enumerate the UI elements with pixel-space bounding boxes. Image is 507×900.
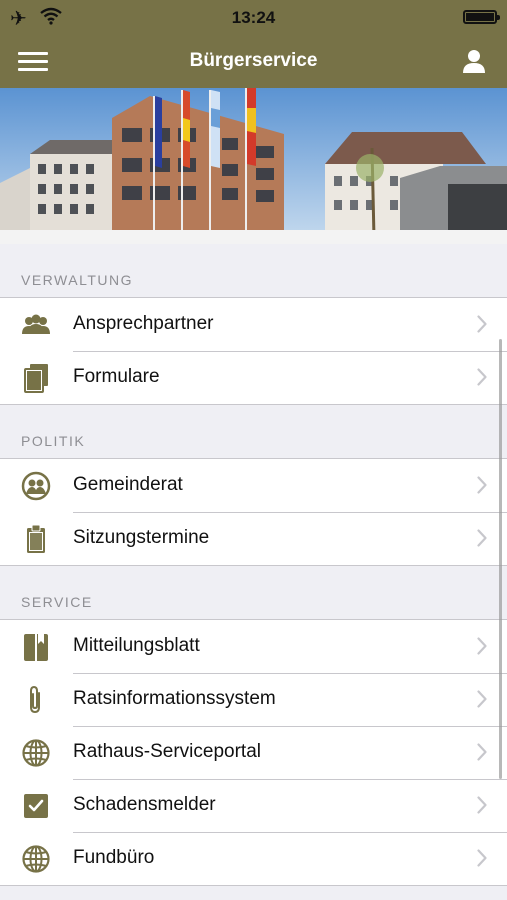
row-divider [73, 351, 507, 352]
row-divider [73, 832, 507, 833]
list-item-schadensmelder[interactable]: Schadensmelder [0, 779, 507, 832]
list-item-label: Sitzungstermine [73, 527, 210, 548]
section-group: Gemeinderat Sitzungstermine [0, 458, 507, 566]
people-icon [20, 310, 52, 340]
row-divider [73, 673, 507, 674]
paperclip-icon [20, 685, 52, 715]
row-divider [73, 726, 507, 727]
list-item-label: Rathaus-Serviceportal [73, 741, 261, 762]
row-divider [73, 779, 507, 780]
row-divider [73, 512, 507, 513]
app-header: ✈ 13:24 Bürgerservice [0, 0, 507, 88]
list-item-gemeinderat[interactable]: Gemeinderat [0, 459, 507, 512]
town-hall-image [0, 88, 507, 244]
list-item-label: Formulare [73, 366, 160, 387]
chevron-right-icon [477, 315, 487, 333]
list-item-sitzungstermine[interactable]: Sitzungstermine [0, 512, 507, 565]
group-circle-icon [20, 471, 52, 501]
user-profile-icon[interactable] [461, 48, 487, 74]
list-item-mitteilungsblatt[interactable]: Mitteilungsblatt [0, 620, 507, 673]
chevron-right-icon [477, 368, 487, 386]
globe-icon [20, 844, 52, 874]
book-icon [20, 632, 52, 662]
status-bar: ✈ 13:24 [0, 0, 507, 34]
globe-icon [20, 738, 52, 768]
chevron-right-icon [477, 849, 487, 867]
menu-list: VERWALTUNG Ansprechpartner Formulare POLI… [0, 244, 507, 900]
scrollbar[interactable] [499, 339, 502, 779]
status-time: 13:24 [231, 8, 276, 27]
battery-icon [463, 10, 500, 24]
chevron-right-icon [477, 796, 487, 814]
chevron-right-icon [477, 529, 487, 547]
page-title: Bürgerservice [189, 50, 318, 71]
section-group: Mitteilungsblatt Ratsinformationssystem Ra… [0, 619, 507, 886]
section-header-politik: POLITIK [21, 433, 86, 449]
section-header-service: SERVICE [21, 594, 93, 610]
navigation-bar: Bürgerservice [0, 34, 507, 88]
list-item-label: Schadensmelder [73, 794, 216, 815]
list-item-formulare[interactable]: Formulare [0, 351, 507, 404]
documents-icon [20, 363, 52, 393]
chevron-right-icon [477, 743, 487, 761]
list-item-label: Ratsinformationssystem [73, 688, 276, 709]
list-item-label: Fundbüro [73, 847, 155, 868]
list-item-fundbüro[interactable]: Fundbüro [0, 832, 507, 885]
list-item-rathaus-serviceportal[interactable]: Rathaus-Serviceportal [0, 726, 507, 779]
clipboard-icon [20, 524, 52, 554]
list-item-label: Gemeinderat [73, 474, 183, 495]
section-header-verwaltung: VERWALTUNG [21, 272, 133, 288]
section-group: Ansprechpartner Formulare [0, 297, 507, 405]
list-item-label: Ansprechpartner [73, 313, 214, 334]
list-item-label: Mitteilungsblatt [73, 635, 200, 656]
list-item-ansprechpartner[interactable]: Ansprechpartner [0, 298, 507, 351]
chevron-right-icon [477, 637, 487, 655]
chevron-right-icon [477, 690, 487, 708]
checkbox-icon [20, 791, 52, 821]
chevron-right-icon [477, 476, 487, 494]
list-item-ratsinformationssystem[interactable]: Ratsinformationssystem [0, 673, 507, 726]
header-photo-town-hall [0, 88, 507, 244]
